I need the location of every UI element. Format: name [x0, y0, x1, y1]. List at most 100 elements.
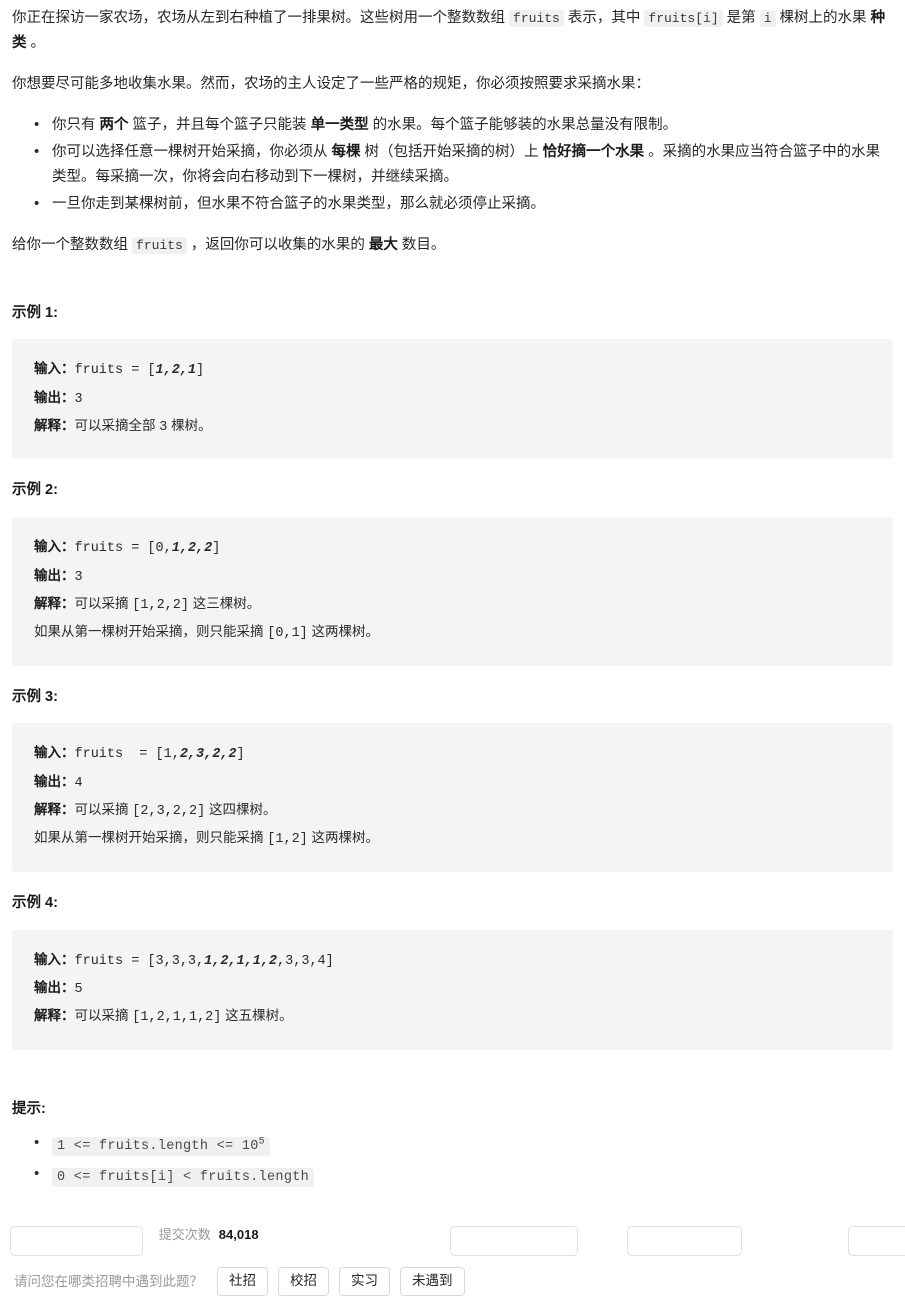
example-1-input-prefix: fruits = [ — [74, 363, 156, 379]
intro-text-3: 是第 — [722, 10, 760, 26]
return-text-2: ，返回你可以收集的水果的 — [186, 236, 369, 253]
inline-code-fruits-2: fruits — [132, 236, 187, 254]
example-2-input-label: 输入： — [34, 539, 75, 555]
intro-text-1: 你正在探访一家农场，农场从左到右种植了一排果树。这些树用一个整数数组 — [12, 10, 510, 26]
example-2-explanation-text-1: 可以采摘 — [74, 595, 133, 611]
example-4-block: 输入：fruits = [3,3,3,1,2,1,1,2,3,3,4] 输出：5… — [12, 929, 893, 1050]
intro-text-4: 棵树上的水果 — [775, 10, 871, 26]
example-3-title: 示例 3: — [12, 688, 58, 705]
example-4-input-suffix: ,3,3,4] — [277, 953, 334, 969]
rule-1-text-1: 你只有 — [52, 116, 100, 133]
intro-text-2: 表示，其中 — [563, 10, 645, 26]
intro-text-5: 。 — [26, 34, 46, 51]
example-4-input-bold: 1,2,1,1,2 — [204, 953, 278, 969]
inline-code-fruits: fruits — [509, 10, 564, 27]
example-4-explanation-text-1: 可以采摘 — [74, 1008, 133, 1024]
example-2-output-label: 输出： — [34, 567, 75, 583]
example-2-extra-text-2: 这两棵树。 — [307, 624, 380, 640]
rule-1-bold-2: 单一类型 — [310, 116, 369, 133]
example-3-explanation-line: 解释：可以采摘 [2,3,2,2] 这四棵树。 — [34, 797, 871, 825]
example-2-explanation-code: [1,2,2] — [132, 597, 189, 613]
example-3-explanation-text-1: 可以采摘 — [74, 802, 133, 818]
example-4-title: 示例 4: — [12, 894, 58, 911]
survey-option-shezhao[interactable]: 社招 — [217, 1267, 268, 1296]
rule-2-bold-2: 恰好摘一个水果 — [542, 143, 645, 160]
example-3-input-suffix: ] — [236, 747, 245, 763]
survey-option-shixi[interactable]: 实习 — [339, 1267, 390, 1296]
example-3-output-value: 4 — [74, 775, 83, 791]
example-2-input-suffix: ] — [212, 541, 221, 557]
example-1-explanation-label: 解释： — [34, 418, 75, 434]
example-1-input-label: 输入： — [34, 361, 75, 377]
example-3-output-line: 输出：4 — [34, 769, 871, 797]
bottom-chip-2[interactable] — [450, 1226, 578, 1256]
bottom-chip-4[interactable] — [848, 1226, 905, 1256]
example-1-output-line: 输出：3 — [34, 385, 871, 413]
rule-1-bold-1: 两个 — [99, 116, 129, 133]
example-2-extra-line: 如果从第一棵树开始采摘，则只能采摘 [0,1] 这两棵树。 — [34, 619, 871, 647]
hints-spacer — [12, 1070, 893, 1098]
example-2-explanation-text-2: 这三棵树。 — [188, 595, 261, 611]
example-3-extra-text-1: 如果从第一棵树开始采摘，则只能采摘 — [34, 830, 268, 846]
example-2-explanation-label: 解释： — [34, 595, 75, 611]
example-2-input-prefix: fruits = [ — [74, 541, 156, 557]
example-1-explanation-text-1: 可以采摘全部 — [74, 418, 160, 434]
example-2-extra-text-1: 如果从第一棵树开始采摘，则只能采摘 — [34, 624, 268, 640]
bottom-chip-1[interactable] — [10, 1226, 143, 1256]
hints-list: 1 <= fruits.length <= 105 0 <= fruits[i]… — [12, 1132, 893, 1188]
rule-3-text-1: 一旦你走到某棵树前，但水果不符合篮子的水果类型，那么就必须停止采摘。 — [52, 195, 545, 212]
example-3-input-prefix: fruits = [ — [74, 747, 164, 763]
rule-2-text-2: 树（包括开始采摘的树）上 — [360, 143, 543, 160]
example-3-extra-code: [1,2] — [267, 832, 308, 848]
hint-item-1: 1 <= fruits.length <= 105 — [34, 1132, 893, 1157]
example-3-extra-line: 如果从第一棵树开始采摘，则只能采摘 [1,2] 这两棵树。 — [34, 825, 871, 853]
example-1-input-bold: 1,2,1 — [155, 363, 197, 379]
example-4-explanation-code: [1,2,1,1,2] — [132, 1010, 222, 1026]
example-3-explanation-label: 解释： — [34, 802, 75, 818]
example-3-output-label: 输出： — [34, 773, 75, 789]
rule-2-text-1: 你可以选择任意一棵树开始采摘，你必须从 — [52, 143, 332, 160]
example-2-input-bold: 1,2,2 — [171, 541, 213, 557]
rule-2-bold-1: 每棵 — [331, 143, 361, 160]
example-3-input-label: 输入： — [34, 745, 75, 761]
example-2-extra-code: [0,1] — [267, 626, 308, 642]
example-4-explanation-text-2: 这五棵树。 — [221, 1008, 293, 1024]
example-3-explanation-text-2: 这四棵树。 — [205, 802, 277, 818]
intro-paragraph: 你正在探访一家农场，农场从左到右种植了一排果树。这些树用一个整数数组 fruit… — [12, 0, 893, 56]
example-3-input-bold: 2,3,2,2 — [179, 747, 237, 763]
survey-option-weiyudao[interactable]: 未遇到 — [400, 1267, 465, 1296]
example-1-input-line: 输入：fruits = [1,2,1] — [34, 356, 871, 384]
return-bold-max: 最大 — [368, 236, 398, 253]
survey-question: 请问您在哪类招聘中遇到此题？ — [14, 1273, 203, 1289]
rule-1-text-2: 篮子，并且每个篮子只能装 — [128, 116, 311, 133]
hint-2-code: 0 <= fruits[i] < fruits.length — [52, 1167, 315, 1187]
example-1-input-suffix: ] — [196, 363, 205, 379]
rules-list: 你只有 两个 篮子，并且每个篮子只能装 单一类型 的水果。每个篮子能够装的水果总… — [12, 112, 893, 217]
bottom-chip-strip — [0, 1226, 905, 1256]
example-3-block: 输入：fruits = [1,2,3,2,2] 输出：4 解释：可以采摘 [2,… — [12, 723, 893, 872]
example-4-output-line: 输出：5 — [34, 975, 871, 1003]
survey-option-xiaozhao[interactable]: 校招 — [278, 1267, 329, 1296]
hint-1-code: 1 <= fruits.length <= 105 — [52, 1136, 270, 1157]
return-text-1: 给你一个整数数组 — [12, 236, 133, 253]
example-4-input-prefix: fruits = [ — [74, 953, 156, 969]
hint-1-text: 1 <= fruits.length <= 10 — [57, 1139, 259, 1155]
example-1-block: 输入：fruits = [1,2,1] 输出：3 解释：可以采摘全部 3 棵树。 — [12, 339, 893, 460]
example-2-input-line: 输入：fruits = [0,1,2,2] — [34, 534, 871, 562]
inline-code-i: i — [759, 10, 776, 27]
example-2-output-value: 3 — [74, 569, 83, 585]
examples-spacer — [12, 274, 893, 302]
example-1-output-value: 3 — [74, 391, 83, 407]
survey-row: 请问您在哪类招聘中遇到此题？ 社招 校招 实习 未遇到 — [12, 1267, 893, 1296]
hint-1-sup: 5 — [258, 1136, 265, 1148]
example-1-explanation-text-2: 棵树。 — [167, 418, 212, 434]
example-1-output-label: 输出： — [34, 389, 75, 405]
example-4-output-value: 5 — [74, 981, 83, 997]
inline-code-fruits-i: fruits[i] — [644, 10, 723, 27]
hint-item-2: 0 <= fruits[i] < fruits.length — [34, 1163, 893, 1188]
example-4-explanation-label: 解释： — [34, 1008, 75, 1024]
bottom-chip-3[interactable] — [627, 1226, 742, 1256]
rule-1-text-3: 的水果。每个篮子能够装的水果总量没有限制。 — [368, 116, 678, 133]
example-1-title: 示例 1: — [12, 304, 58, 321]
example-4-input-line: 输入：fruits = [3,3,3,1,2,1,1,2,3,3,4] — [34, 947, 871, 975]
